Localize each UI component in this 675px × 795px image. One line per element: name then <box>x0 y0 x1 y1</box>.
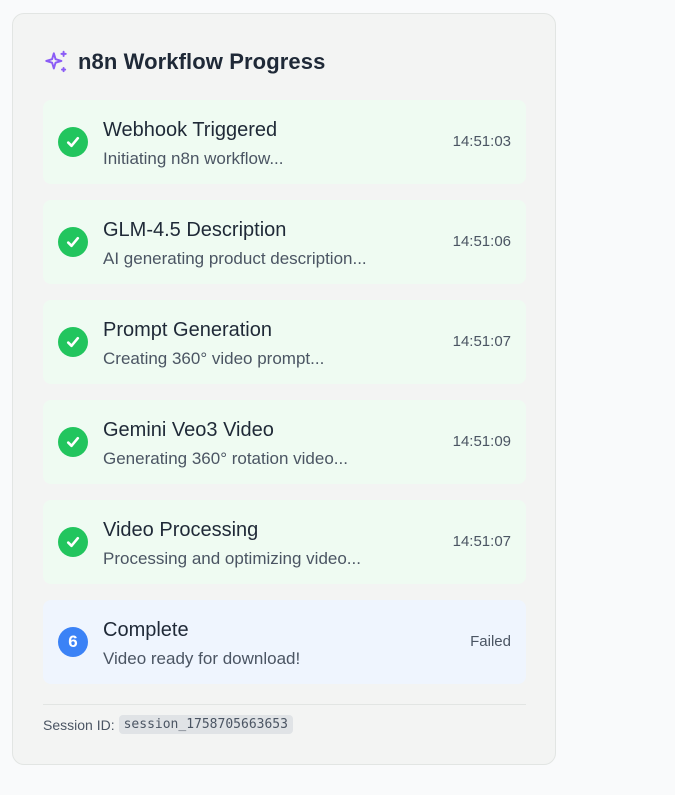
footer-divider <box>43 704 526 705</box>
check-icon <box>66 536 80 548</box>
step-time: 14:51:07 <box>452 533 511 550</box>
step-description: Processing and optimizing video... <box>103 549 361 568</box>
step-status-badge <box>58 327 88 357</box>
step-name: Video Processing <box>103 519 259 541</box>
sparkles-icon <box>45 50 67 73</box>
step-webhook-triggered: Webhook Triggered Initiating n8n workflo… <box>43 100 526 184</box>
session-id: session_1758705663653 <box>118 715 293 734</box>
page-title: n8n Workflow Progress <box>78 49 326 74</box>
session-label: Session ID: <box>43 716 115 733</box>
check-icon <box>66 336 80 348</box>
step-name: GLM-4.5 Description <box>103 219 287 241</box>
step-gemini-video: Gemini Veo3 Video Generating 360° rotati… <box>43 400 526 484</box>
steps-list: Webhook Triggered Initiating n8n workflo… <box>43 100 526 700</box>
step-time: 14:51:09 <box>452 433 511 450</box>
step-glm-description: GLM-4.5 Description AI generating produc… <box>43 200 526 284</box>
step-complete: 6 Complete Video ready for download! Fai… <box>43 600 526 684</box>
step-status-text: Failed <box>470 633 511 650</box>
panel-header: n8n Workflow Progress <box>43 49 325 75</box>
check-icon <box>66 436 80 448</box>
step-status-badge <box>58 227 88 257</box>
step-prompt-generation: Prompt Generation Creating 360° video pr… <box>43 300 526 384</box>
step-time: 14:51:06 <box>452 233 511 250</box>
step-time: 14:51:03 <box>452 133 511 150</box>
step-status-badge <box>58 527 88 557</box>
step-description: Video ready for download! <box>103 649 301 668</box>
step-status-badge <box>58 127 88 157</box>
check-icon <box>66 136 80 148</box>
step-status-badge <box>58 427 88 457</box>
step-name: Prompt Generation <box>103 319 272 341</box>
step-description: Generating 360° rotation video... <box>103 449 348 468</box>
step-description: Initiating n8n workflow... <box>103 149 284 168</box>
workflow-progress-panel: n8n Workflow Progress Webhook Triggered … <box>12 13 556 765</box>
session-info: Session ID: session_1758705663653 <box>43 715 293 734</box>
check-icon <box>66 236 80 248</box>
step-name: Complete <box>103 619 189 641</box>
step-name: Webhook Triggered <box>103 119 278 141</box>
step-time: 14:51:07 <box>452 333 511 350</box>
step-number-badge: 6 <box>58 627 88 657</box>
step-description: AI generating product description... <box>103 249 367 268</box>
step-description: Creating 360° video prompt... <box>103 349 325 368</box>
step-video-processing: Video Processing Processing and optimizi… <box>43 500 526 584</box>
step-name: Gemini Veo3 Video <box>103 419 274 441</box>
